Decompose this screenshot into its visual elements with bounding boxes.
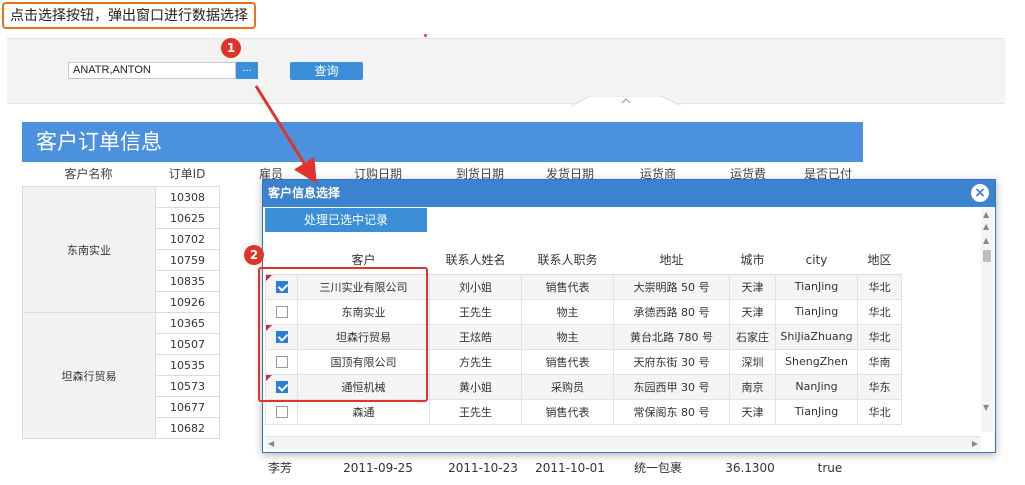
dialog-titlebar: 客户信息选择 × <box>263 180 995 207</box>
customer-input[interactable]: ANATR,ANTON <box>68 62 236 79</box>
cell-region: 华南 <box>857 348 902 375</box>
cell-city-cn: 天津 <box>729 398 776 425</box>
cell-city-cn: 天津 <box>729 298 776 325</box>
vertical-scrollbar[interactable]: ▲ ▲ ▲ ▼ <box>981 208 993 432</box>
order-id: 10759 <box>155 249 220 271</box>
order-id: 10682 <box>155 417 220 439</box>
scroll-up-icon[interactable]: ▲ <box>983 210 989 219</box>
scroll-right-icon[interactable]: ▶ <box>972 439 978 448</box>
cell-city: TianJing <box>775 398 858 425</box>
order-id: 10677 <box>155 396 220 418</box>
order-id: 10573 <box>155 375 220 397</box>
grid-header-address: 地址 <box>613 246 730 275</box>
dialog-title: 客户信息选择 <box>268 186 341 200</box>
order-id: 10702 <box>155 228 220 250</box>
scroll-top-icon[interactable]: ▲ <box>983 222 989 231</box>
order-id: 10835 <box>155 270 220 292</box>
cell-city: TianJing <box>775 273 858 300</box>
cell-region: 华北 <box>857 298 902 325</box>
col-header-order-id: 订单ID <box>168 167 206 181</box>
group-name: 坦森行贸易 <box>22 312 156 439</box>
grid-header-contact-name: 联系人姓名 <box>429 246 522 275</box>
grid-header-region: 地区 <box>857 246 902 275</box>
cell-city: ShiJiaZhuang <box>775 323 858 350</box>
cell-city: TianJing <box>775 298 858 325</box>
last-row-paid: true <box>817 461 843 475</box>
last-row-arrival-date: 2011-10-23 <box>448 461 518 475</box>
last-row-order-date: 2011-09-25 <box>343 461 413 475</box>
cell-city-cn: 天津 <box>729 273 776 300</box>
table-row: 坦森行贸易 10365 <box>22 312 220 439</box>
cell-city-cn: 南京 <box>729 373 776 400</box>
cell-contact-title: 销售代表 <box>521 398 614 425</box>
order-id: 10535 <box>155 354 220 376</box>
grid-header-city-cn: 城市 <box>729 246 776 275</box>
step-badge-1: 1 <box>221 38 241 58</box>
cell-address: 承德西路 80 号 <box>613 298 730 325</box>
cell-region: 华东 <box>857 373 902 400</box>
cell-contact-title: 销售代表 <box>521 348 614 375</box>
table-row: 东南实业 10308 <box>22 186 220 313</box>
selection-highlight-box <box>258 267 428 402</box>
cell-contact-title: 销售代表 <box>521 273 614 300</box>
last-row-shipper: 统一包裹 <box>633 461 682 475</box>
decor-dot <box>424 34 427 37</box>
cell-contact-title: 物主 <box>521 298 614 325</box>
last-row-ship-date: 2011-10-01 <box>535 461 605 475</box>
cell-contact-name: 王炫皓 <box>429 323 522 350</box>
cell-contact-title: 物主 <box>521 323 614 350</box>
scroll-down-icon[interactable]: ▼ <box>983 403 989 412</box>
order-id: 10365 <box>155 312 220 334</box>
cell-city-cn: 石家庄 <box>729 323 776 350</box>
orders-table: 东南实业 10308 10625 10702 10759 10835 10926 … <box>22 186 220 439</box>
cell-region: 华北 <box>857 273 902 300</box>
cell-address: 黄台北路 780 号 <box>613 323 730 350</box>
cell-contact-title: 采购员 <box>521 373 614 400</box>
cell-address: 常保阁东 80 号 <box>613 398 730 425</box>
cell-address: 东园西甲 30 号 <box>613 373 730 400</box>
cell-customer: 森通 <box>297 398 430 425</box>
scroll-left-icon[interactable]: ◀ <box>268 439 274 448</box>
order-id: 10507 <box>155 333 220 355</box>
cell-address: 大崇明路 50 号 <box>613 273 730 300</box>
cell-address: 天府东街 30 号 <box>613 348 730 375</box>
cell-region: 华北 <box>857 398 902 425</box>
process-selected-button[interactable]: 处理已选中记录 <box>265 208 427 232</box>
order-id: 10625 <box>155 207 220 229</box>
grid-header-contact-title: 联系人职务 <box>521 246 614 275</box>
report-title: 客户订单信息 <box>22 122 863 162</box>
last-row-freight: 36.1300 <box>725 461 775 475</box>
col-header-customer: 客户名称 <box>64 167 113 181</box>
step-badge-2: 2 <box>244 245 264 265</box>
cell-city: NanJing <box>775 373 858 400</box>
table-row: 森通 王先生 销售代表 常保阁东 80 号 天津 TianJing 华北 <box>265 398 902 425</box>
horizontal-scrollbar[interactable]: ◀ ▶ <box>265 436 981 450</box>
grid-header-city: city <box>775 246 858 275</box>
cell-contact-name: 方先生 <box>429 348 522 375</box>
checkbox-unchecked[interactable] <box>275 406 288 418</box>
cell-contact-name: 黄小姐 <box>429 373 522 400</box>
select-customer-button[interactable]: ... <box>236 62 258 79</box>
row-checkbox-cell[interactable] <box>265 398 298 425</box>
query-button[interactable]: 查询 <box>290 62 363 80</box>
cell-contact-name: 王先生 <box>429 298 522 325</box>
vertical-scroll-thumb[interactable] <box>983 250 991 262</box>
collapse-toolbar-tab[interactable] <box>571 96 681 106</box>
cell-region: 华北 <box>857 323 902 350</box>
order-id: 10308 <box>155 186 220 208</box>
cell-contact-name: 刘小姐 <box>429 273 522 300</box>
instruction-note: 点击选择按钮，弹出窗口进行数据选择 <box>2 2 256 29</box>
last-row-employee: 李芳 <box>267 461 292 475</box>
order-id: 10926 <box>155 291 220 313</box>
cell-city: ShengZhen <box>775 348 858 375</box>
cell-city-cn: 深圳 <box>729 348 776 375</box>
scroll-pageup-icon[interactable]: ▲ <box>983 236 989 245</box>
group-name: 东南实业 <box>22 186 156 313</box>
cell-contact-name: 王先生 <box>429 398 522 425</box>
close-icon[interactable]: × <box>971 184 989 202</box>
